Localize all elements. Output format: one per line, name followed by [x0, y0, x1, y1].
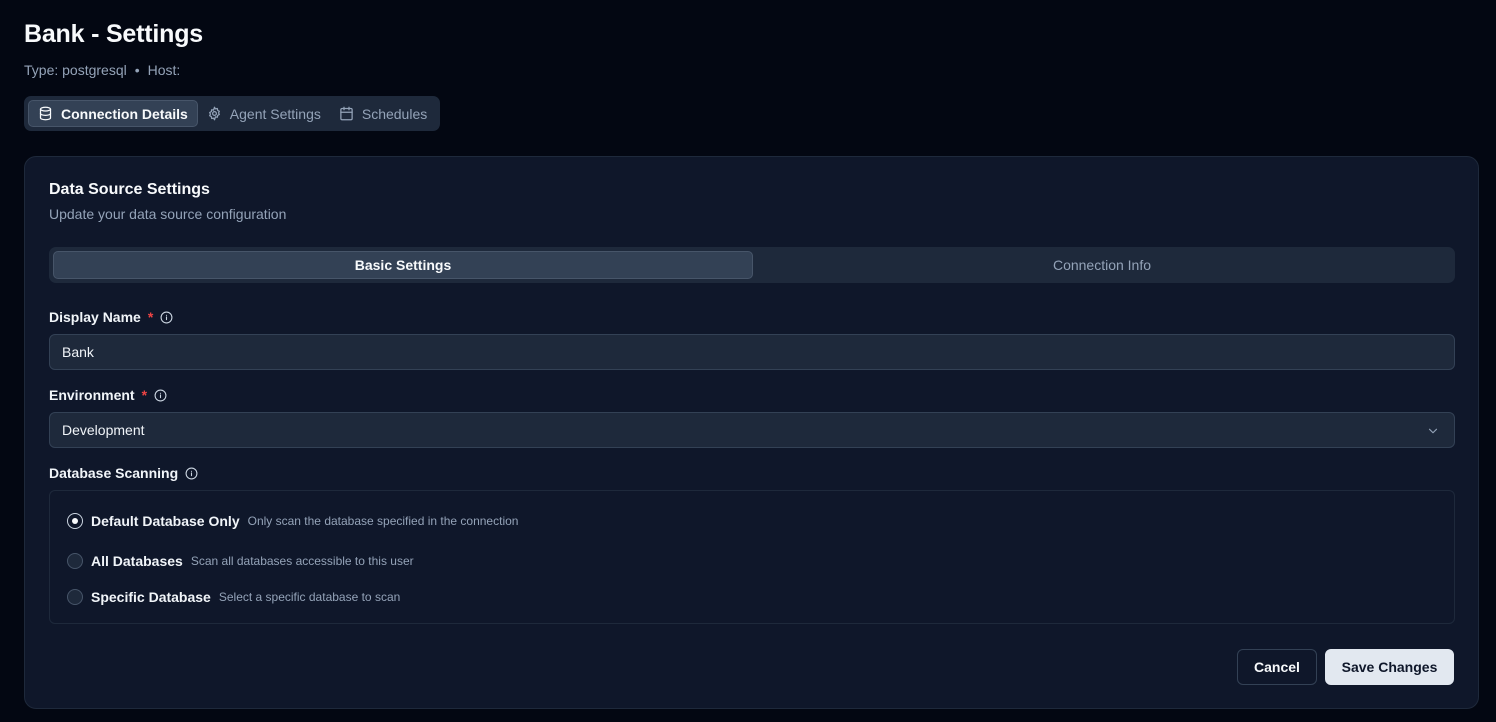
radio-option-description: Select a specific database to scan	[218, 590, 401, 604]
radio-option-title: All Databases	[91, 553, 183, 569]
radio-option-default-database[interactable]: Default Database Only Only scan the data…	[67, 513, 518, 529]
environment-value: Development	[62, 422, 145, 438]
tab-connection-details-label: Connection Details	[61, 105, 188, 122]
cancel-button[interactable]: Cancel	[1237, 649, 1317, 685]
page-title: Bank - Settings	[24, 20, 203, 48]
database-scanning-options: Default Database Only Only scan the data…	[49, 490, 1455, 624]
database-icon	[39, 106, 52, 121]
environment-label: Environment *	[49, 387, 167, 403]
required-marker: *	[147, 309, 154, 325]
info-icon[interactable]	[185, 467, 198, 480]
info-icon[interactable]	[154, 389, 167, 402]
tab-connection-details[interactable]: Connection Details	[28, 100, 198, 127]
environment-select[interactable]: Development	[49, 412, 1455, 448]
radio-option-title: Default Database Only	[91, 513, 240, 529]
required-marker: *	[141, 387, 148, 403]
gear-icon	[208, 106, 220, 121]
tab-agent-settings[interactable]: Agent Settings	[198, 100, 330, 127]
page-meta: Type: postgresql • Host:	[24, 62, 180, 78]
radio-button[interactable]	[67, 513, 83, 529]
database-scanning-label-text: Database Scanning	[49, 465, 179, 481]
tab-agent-settings-label: Agent Settings	[229, 105, 321, 122]
tab-basic-settings[interactable]: Basic Settings	[53, 251, 753, 279]
save-changes-button[interactable]: Save Changes	[1325, 649, 1454, 685]
top-tabs: Connection Details Agent Settings Schedu…	[24, 96, 441, 131]
host-label: Host:	[147, 62, 181, 78]
settings-card: Data Source Settings Update your data so…	[24, 156, 1479, 709]
chevron-down-icon	[1428, 428, 1438, 434]
tab-schedules[interactable]: Schedules	[330, 100, 436, 127]
display-name-label-text: Display Name	[49, 309, 141, 325]
settings-sub-tabs: Basic Settings Connection Info	[49, 247, 1455, 283]
radio-option-title: Specific Database	[91, 589, 211, 605]
display-name-input[interactable]: Bank	[49, 334, 1455, 370]
environment-label-text: Environment	[49, 387, 135, 403]
calendar-icon	[340, 106, 353, 121]
tab-connection-info[interactable]: Connection Info	[753, 251, 1451, 279]
radio-option-specific-database[interactable]: Specific Database Select a specific data…	[67, 589, 400, 605]
display-name-label: Display Name *	[49, 309, 173, 325]
database-scanning-label: Database Scanning	[49, 465, 198, 481]
radio-button[interactable]	[67, 589, 83, 605]
card-title: Data Source Settings	[49, 181, 210, 198]
meta-separator: •	[134, 62, 140, 78]
radio-option-description: Only scan the database specified in the …	[247, 514, 519, 528]
display-name-value: Bank	[62, 344, 94, 360]
type-label: Type: postgresql	[24, 62, 127, 78]
card-subtitle: Update your data source configuration	[49, 206, 287, 222]
radio-option-description: Scan all databases accessible to this us…	[190, 554, 414, 568]
radio-option-all-databases[interactable]: All Databases Scan all databases accessi…	[67, 553, 414, 569]
info-icon[interactable]	[160, 311, 173, 324]
radio-button[interactable]	[67, 553, 83, 569]
tab-schedules-label: Schedules	[361, 105, 428, 122]
